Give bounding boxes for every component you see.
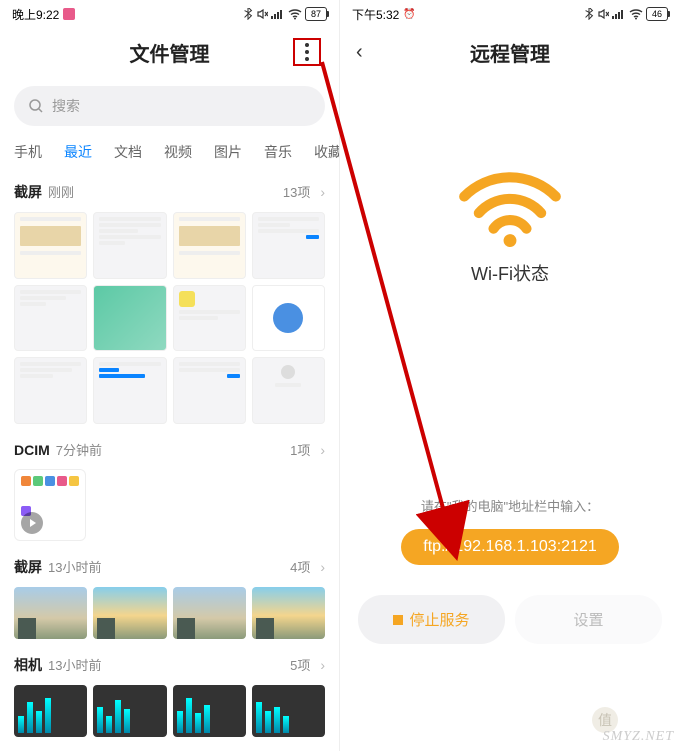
bluetooth-icon — [584, 8, 594, 20]
section-header[interactable]: DCIM 7分钟前 1项 › — [14, 434, 325, 469]
chevron-right-icon: › — [320, 184, 325, 200]
thumbnail[interactable] — [173, 685, 246, 737]
thumbnail[interactable] — [93, 685, 166, 737]
tab-video[interactable]: 视频 — [164, 142, 192, 162]
thumbnail[interactable] — [252, 587, 325, 639]
wifi-icon — [288, 8, 302, 20]
signal-icon — [612, 8, 626, 20]
stop-icon — [393, 615, 403, 625]
thumbnail[interactable] — [14, 357, 87, 424]
stop-service-button[interactable]: 停止服务 — [358, 595, 505, 644]
mute-icon — [597, 8, 609, 20]
watermark: SMYZ.NET — [603, 729, 674, 745]
thumbnail[interactable] — [93, 285, 166, 352]
status-bar: 下午5:32 ⏰ 46 — [340, 0, 680, 28]
thumbnail[interactable] — [14, 685, 87, 737]
back-button[interactable]: ‹ — [356, 41, 363, 64]
settings-button[interactable]: 设置 — [515, 595, 662, 644]
thumbnail[interactable] — [173, 285, 246, 352]
section-header[interactable]: 截屏 刚刚 13项 › — [14, 176, 325, 212]
search-input[interactable]: 搜索 — [14, 86, 325, 126]
thumbnail[interactable] — [14, 212, 87, 279]
wifi-status-label: Wi-Fi状态 — [471, 260, 549, 286]
category-tabs: 手机 最近 文档 视频 图片 音乐 收藏 — [0, 136, 339, 174]
thumbnail[interactable] — [14, 285, 87, 352]
section-dcim: DCIM 7分钟前 1项 › — [0, 432, 339, 549]
signal-icon — [271, 8, 285, 20]
thumbnail[interactable] — [252, 285, 325, 352]
status-time: 晚上9:22 — [12, 6, 59, 23]
tab-docs[interactable]: 文档 — [114, 142, 142, 162]
section-screenshots-now: 截屏 刚刚 13项 › — [0, 174, 339, 432]
section-screenshots-13h: 截屏 13小时前 4项 › — [0, 549, 339, 647]
thumbnail[interactable] — [173, 212, 246, 279]
more-options-button[interactable] — [293, 38, 321, 66]
instruction-text: 请在"我的电脑"地址栏中输入： — [421, 496, 599, 515]
ftp-url-pill[interactable]: ftp://192.168.1.103:2121 — [401, 529, 618, 565]
tab-fav[interactable]: 收藏 — [314, 142, 339, 162]
battery-indicator: 87 — [305, 7, 327, 21]
status-bar: 晚上9:22 87 — [0, 0, 339, 28]
wifi-large-icon — [455, 166, 565, 256]
search-icon — [28, 98, 44, 114]
section-header[interactable]: 截屏 13小时前 4项 › — [14, 551, 325, 587]
tab-image[interactable]: 图片 — [214, 142, 242, 162]
section-camera: 相机 13小时前 5项 › — [0, 647, 339, 745]
wifi-icon — [629, 8, 643, 20]
thumbnail[interactable] — [173, 587, 246, 639]
remote-management-screen: 下午5:32 ⏰ 46 ‹ 远程管理 — [340, 0, 680, 751]
file-manager-screen: 晚上9:22 87 文件管理 — [0, 0, 340, 751]
status-time: 下午5:32 — [352, 6, 399, 23]
thumbnail[interactable] — [93, 587, 166, 639]
header: 文件管理 — [0, 28, 339, 76]
chevron-right-icon: › — [320, 442, 325, 458]
header: ‹ 远程管理 — [340, 28, 680, 76]
thumbnail-video[interactable] — [14, 469, 86, 541]
page-title: 远程管理 — [470, 38, 550, 67]
mute-icon — [256, 8, 268, 20]
app-indicator-icon — [63, 8, 75, 20]
play-icon — [21, 512, 43, 534]
tab-recent[interactable]: 最近 — [64, 142, 92, 162]
thumbnail[interactable] — [93, 357, 166, 424]
thumbnail[interactable] — [252, 685, 325, 737]
section-header[interactable]: 相机 13小时前 5项 › — [14, 649, 325, 685]
chevron-right-icon: › — [320, 657, 325, 673]
alarm-icon: ⏰ — [403, 9, 415, 20]
bluetooth-icon — [243, 8, 253, 20]
thumbnail[interactable] — [252, 212, 325, 279]
tab-music[interactable]: 音乐 — [264, 142, 292, 162]
search-placeholder: 搜索 — [52, 96, 80, 116]
chevron-right-icon: › — [320, 559, 325, 575]
thumbnail[interactable] — [173, 357, 246, 424]
thumbnail[interactable] — [252, 357, 325, 424]
thumbnail[interactable] — [93, 212, 166, 279]
battery-indicator: 46 — [646, 7, 668, 21]
thumbnail[interactable] — [14, 587, 87, 639]
page-title: 文件管理 — [130, 38, 210, 67]
tab-phone[interactable]: 手机 — [14, 142, 42, 162]
